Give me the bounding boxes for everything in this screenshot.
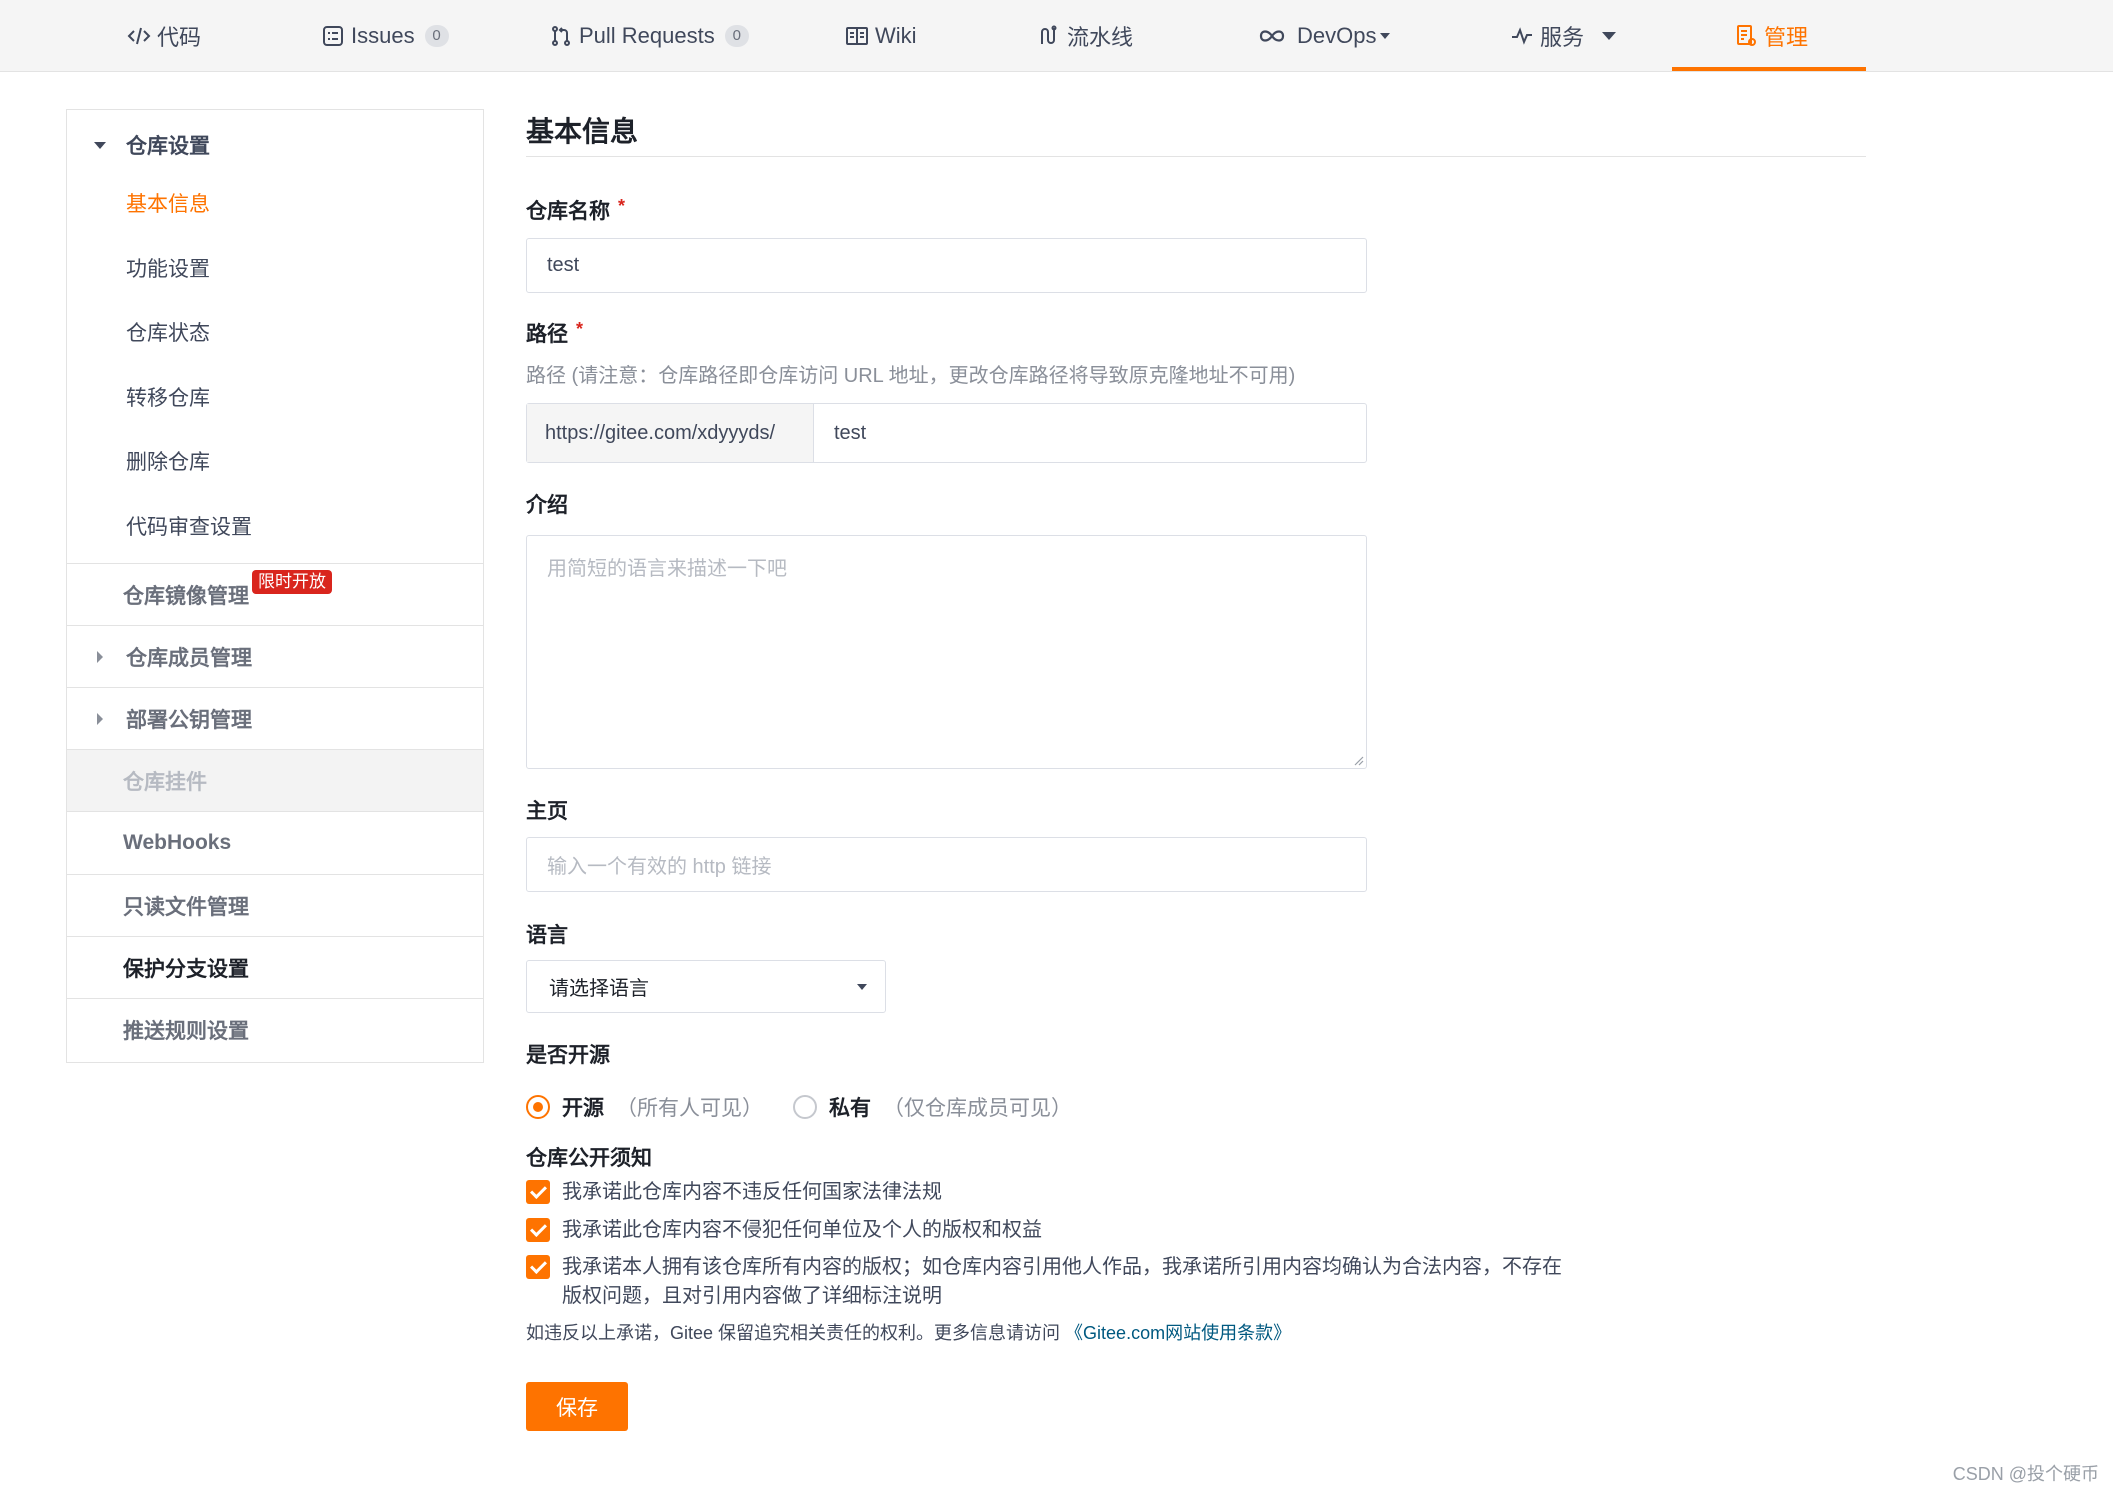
label-text: 路径 — [526, 323, 568, 346]
open-source-label: 是否开源 — [526, 1044, 610, 1067]
public-notice-label: 仓库公开须知 — [526, 1147, 652, 1170]
path-field: https://gitee.com/xdyyyds/ test — [526, 403, 1367, 463]
chevron-down-icon — [857, 984, 867, 990]
path-input[interactable]: test — [814, 404, 1366, 462]
code-icon — [127, 27, 151, 45]
pledge-text: 我承诺此仓库内容不侵犯任何单位及个人的版权和权益 — [562, 1219, 1042, 1241]
main-content: 基本信息 仓库名称 * test 路径 * 路径 (请注意：仓库路径即仓库访问 UR… — [526, 0, 1866, 1500]
label-text: 仓库名称 — [526, 200, 610, 223]
sidebar-item-widgets: 仓库挂件 — [67, 749, 483, 811]
chevron-right-icon — [97, 651, 103, 663]
chevron-down-icon — [94, 142, 106, 149]
sidebar-item-basic-info[interactable]: 基本信息 — [126, 183, 210, 223]
pledge-checkbox-row[interactable]: 我承诺此仓库内容不违反任何国家法律法规 — [526, 1178, 1562, 1207]
sidebar-item-member-management[interactable]: 仓库成员管理 — [67, 625, 483, 687]
pledge-checkbox-row[interactable]: 我承诺本人拥有该仓库所有内容的版权；如仓库内容引用他人作品，我承诺所引用内容均确… — [526, 1253, 1562, 1311]
settings-sidebar: 仓库设置 基本信息 功能设置 仓库状态 转移仓库 删除仓库 代码审查设置 仓库镜… — [66, 109, 484, 1063]
repo-name-input[interactable]: test — [526, 238, 1367, 293]
pledge-checkbox[interactable] — [526, 1255, 550, 1279]
language-select[interactable]: 请选择语言 — [526, 960, 886, 1013]
radio-public-label[interactable]: 开源 — [562, 1092, 604, 1122]
radio-public-desc: （所有人可见） — [616, 1097, 763, 1120]
limited-time-badge: 限时开放 — [252, 570, 332, 594]
pledge-checkbox[interactable] — [526, 1180, 550, 1204]
radio-private-desc: （仅仓库成员可见） — [883, 1097, 1072, 1120]
tab-code[interactable]: 代码 — [127, 0, 201, 72]
sidebar-group-label: 仓库设置 — [126, 135, 210, 158]
pledge-checkbox[interactable] — [526, 1218, 550, 1242]
language-label: 语言 — [526, 924, 568, 947]
homepage-label: 主页 — [526, 800, 568, 823]
sidebar-item-mirror-management[interactable]: 仓库镜像管理 限时开放 — [67, 563, 483, 625]
sidebar-item-push-rules[interactable]: 推送规则设置 — [67, 998, 483, 1060]
watermark: CSDN @投个硬币 — [1952, 1464, 2099, 1484]
required-mark: * — [618, 196, 626, 216]
tab-issues[interactable]: Issues 0 — [321, 0, 449, 72]
issues-icon — [323, 26, 343, 46]
divider — [526, 156, 1866, 157]
sidebar-item-transfer-repo[interactable]: 转移仓库 — [126, 377, 210, 417]
path-prefix: https://gitee.com/xdyyyds/ — [527, 404, 814, 462]
sidebar-item-protected-branches[interactable]: 保护分支设置 — [67, 936, 483, 998]
terms-notice: 如违反以上承诺，Gitee 保留追究相关责任的权利。更多信息请访问 《Gitee… — [526, 1319, 1291, 1345]
path-hint: 路径 (请注意：仓库路径即仓库访问 URL 地址，更改仓库路径将导致原克隆地址不… — [526, 365, 1296, 387]
resize-handle-icon[interactable] — [1352, 754, 1364, 766]
visibility-radio-group: 开源 （所有人可见） 私有 （仅仓库成员可见） — [526, 1092, 1072, 1122]
sidebar-item-readonly-files[interactable]: 只读文件管理 — [67, 874, 483, 936]
sidebar-group-repo-settings[interactable]: 仓库设置 — [67, 117, 483, 173]
intro-label: 介绍 — [526, 494, 568, 517]
sidebar-item-deploy-keys[interactable]: 部署公钥管理 — [67, 687, 483, 749]
path-label: 路径 * — [526, 318, 583, 348]
radio-private[interactable] — [793, 1095, 817, 1119]
homepage-input[interactable]: 输入一个有效的 http 链接 — [526, 837, 1367, 892]
sidebar-item-label: 仓库镜像管理 — [123, 584, 249, 608]
radio-private-label[interactable]: 私有 — [829, 1092, 871, 1122]
sidebar-item-webhooks[interactable]: WebHooks — [67, 811, 483, 873]
sidebar-item-repo-status[interactable]: 仓库状态 — [126, 312, 210, 352]
tab-label: 代码 — [157, 25, 202, 50]
intro-textarea[interactable]: 用简短的语言来描述一下吧 — [526, 535, 1367, 769]
language-selected: 请选择语言 — [549, 978, 649, 1000]
pledge-checkbox-row[interactable]: 我承诺此仓库内容不侵犯任何单位及个人的版权和权益 — [526, 1216, 1562, 1245]
sidebar-item-feature-settings[interactable]: 功能设置 — [126, 248, 210, 288]
page-title: 基本信息 — [526, 116, 639, 147]
repo-name-label: 仓库名称 * — [526, 195, 625, 225]
chevron-right-icon — [97, 713, 103, 725]
sidebar-item-code-review[interactable]: 代码审查设置 — [126, 506, 252, 546]
save-button[interactable]: 保存 — [526, 1382, 628, 1431]
pledge-text: 我承诺此仓库内容不违反任何国家法律法规 — [562, 1181, 942, 1203]
terms-link[interactable]: 《Gitee.com网站使用条款》 — [1065, 1323, 1291, 1343]
issues-count-badge: 0 — [424, 25, 449, 47]
tab-label: Issues — [351, 23, 415, 48]
sidebar-item-delete-repo[interactable]: 删除仓库 — [126, 441, 210, 481]
required-mark: * — [576, 319, 584, 339]
intro-placeholder: 用简短的语言来描述一下吧 — [547, 558, 787, 580]
radio-public[interactable] — [526, 1095, 550, 1119]
terms-notice-text: 如违反以上承诺，Gitee 保留追究相关责任的权利。更多信息请访问 — [526, 1323, 1061, 1343]
sidebar-item-label: 仓库成员管理 — [126, 646, 252, 670]
sidebar-item-label: 部署公钥管理 — [126, 708, 252, 732]
pledge-text: 我承诺本人拥有该仓库所有内容的版权；如仓库内容引用他人作品，我承诺所引用内容均确… — [562, 1256, 1562, 1307]
